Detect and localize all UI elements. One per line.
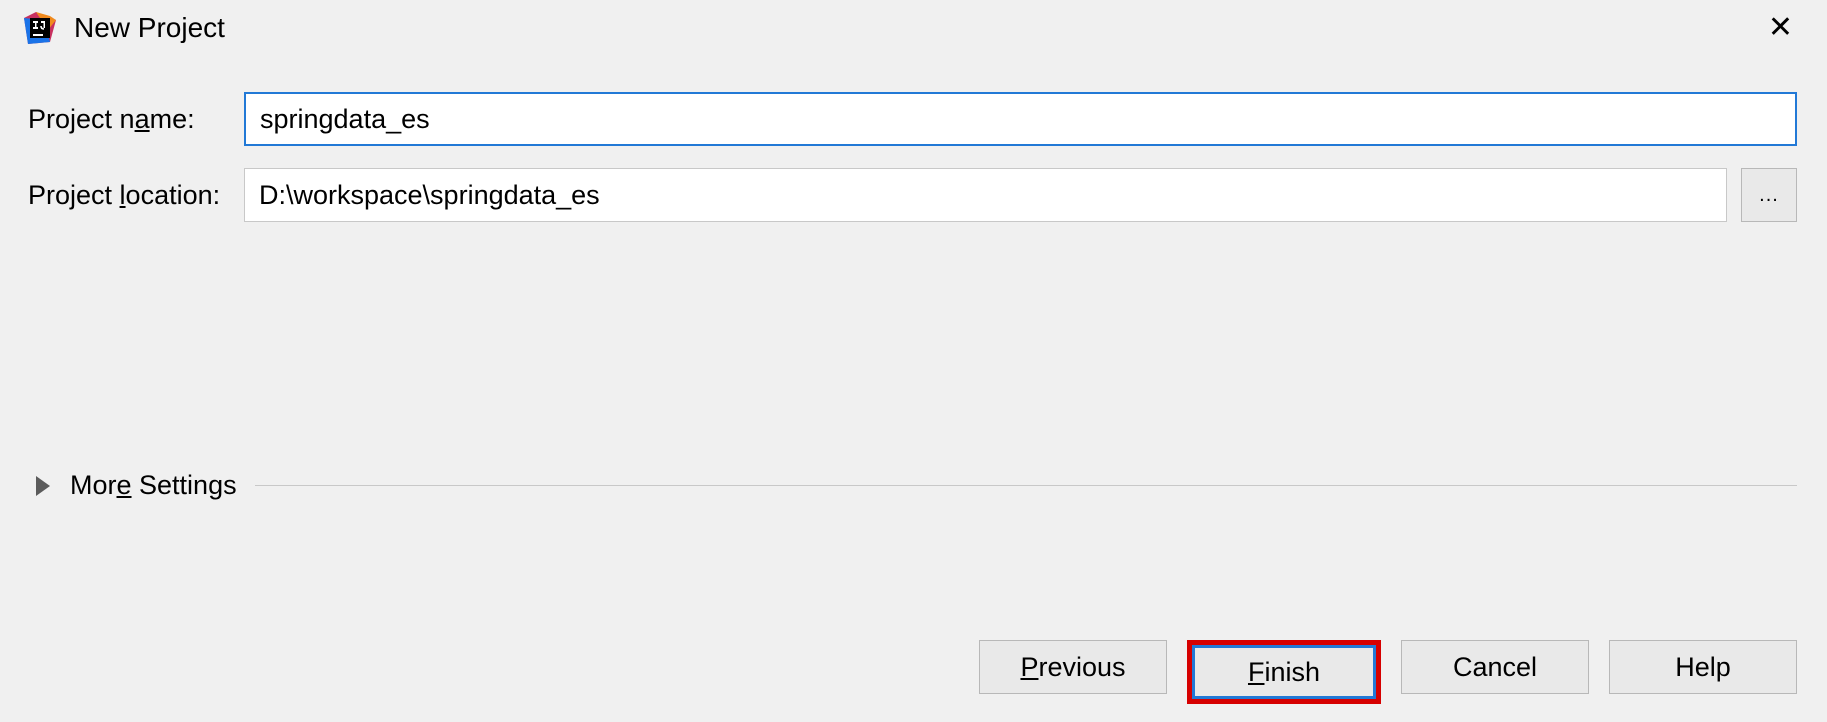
chevron-right-icon[interactable]	[36, 476, 50, 496]
form-area: Project name: Project location: ...	[0, 52, 1827, 222]
close-icon[interactable]: ✕	[1754, 13, 1807, 43]
intellij-icon	[24, 12, 56, 44]
project-location-input[interactable]	[244, 168, 1727, 222]
cancel-button[interactable]: Cancel	[1401, 640, 1589, 694]
more-settings-toggle[interactable]: More Settings	[70, 470, 237, 501]
finish-highlight: Finish	[1187, 640, 1381, 704]
project-name-row: Project name:	[28, 92, 1797, 146]
title-left: New Project	[24, 12, 225, 44]
section-divider	[255, 485, 1797, 486]
browse-location-button[interactable]: ...	[1741, 168, 1797, 222]
titlebar: New Project ✕	[0, 0, 1827, 52]
finish-button[interactable]: Finish	[1192, 645, 1376, 699]
button-bar: Previous Finish Cancel Help	[979, 640, 1797, 704]
project-name-label: Project name:	[28, 104, 244, 135]
project-location-label: Project location:	[28, 180, 244, 211]
more-settings-section: More Settings	[36, 470, 1797, 501]
project-location-row: Project location: ...	[28, 168, 1797, 222]
project-name-input[interactable]	[244, 92, 1797, 146]
help-button[interactable]: Help	[1609, 640, 1797, 694]
dialog-title: New Project	[74, 12, 225, 44]
previous-button[interactable]: Previous	[979, 640, 1167, 694]
